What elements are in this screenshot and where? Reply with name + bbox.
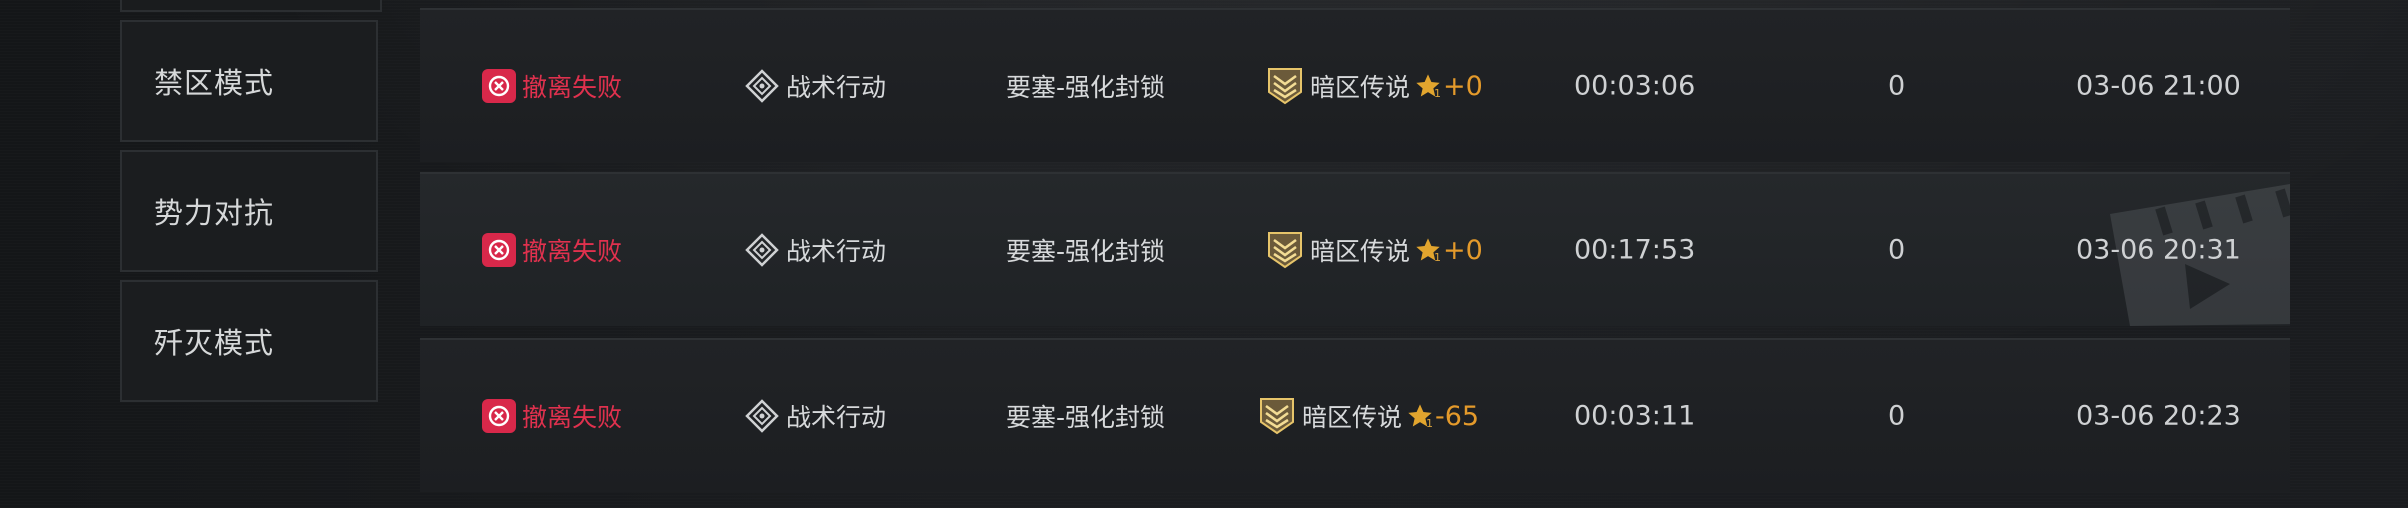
mode-sidebar: 禁区模式 势力对抗 歼灭模式 <box>120 0 382 508</box>
rank-label: 暗区传说 <box>1302 403 1403 432</box>
sidebar-item-label: 歼灭模式 <box>154 326 275 360</box>
sidebar-item-previous[interactable] <box>120 0 382 12</box>
match-record-row[interactable]: 撤离失败 战术行动 要塞-强化封锁 暗区传说 1 +0 00:17:53 0 0… <box>420 172 2290 326</box>
kills-cell: 0 <box>1888 70 1906 102</box>
rank-label: 暗区传说 <box>1310 237 1411 266</box>
sidebar-item-restricted-zone[interactable]: 禁区模式 <box>120 20 378 142</box>
rank-cell: 暗区传说 1 +0 <box>1266 230 1483 270</box>
rank-point-delta: +0 <box>1443 234 1483 266</box>
rank-point-delta: -65 <box>1435 400 1480 432</box>
kills-cell: 0 <box>1888 234 1906 266</box>
rank-label: 暗区传说 <box>1310 73 1411 102</box>
match-record-row[interactable]: 撤离失败 战术行动 要塞-强化封锁 暗区传说 1 -65 00:03:11 0 … <box>420 338 2290 492</box>
sidebar-item-annihilation[interactable]: 歼灭模式 <box>120 280 378 402</box>
tactical-op-diamond-icon <box>745 399 779 433</box>
time-cell: 03-06 21:00 <box>2076 70 2241 102</box>
mode-cell: 战术行动 <box>744 68 886 104</box>
tactical-op-diamond-icon <box>745 233 779 267</box>
rank-cell: 暗区传说 1 -65 <box>1258 396 1479 436</box>
sidebar-item-faction-battle[interactable]: 势力对抗 <box>120 150 378 272</box>
mode-cell: 战术行动 <box>744 232 886 268</box>
extraction-failed-icon <box>482 399 516 433</box>
mode-cell: 战术行动 <box>744 398 886 434</box>
result-cell: 撤离失败 <box>482 68 622 104</box>
star-level: 1 <box>1434 250 1442 264</box>
chevron-rank-badge-icon <box>1268 232 1302 269</box>
result-label: 撤离失败 <box>522 237 623 266</box>
chevron-rank-badge-icon <box>1260 398 1294 435</box>
result-label: 撤离失败 <box>522 73 623 102</box>
map-label: 要塞-强化封锁 <box>1006 403 1166 432</box>
star-level: 1 <box>1434 86 1442 100</box>
result-cell: 撤离失败 <box>482 232 622 268</box>
duration-cell: 00:03:06 <box>1574 70 1696 102</box>
mode-label: 战术行动 <box>786 73 887 102</box>
map-cell: 要塞-强化封锁 <box>1006 398 1165 434</box>
kills-cell: 0 <box>1888 400 1906 432</box>
map-label: 要塞-强化封锁 <box>1006 73 1166 102</box>
chevron-rank-badge-icon <box>1268 68 1302 105</box>
match-record-row[interactable]: 撤离失败 战术行动 要塞-强化封锁 暗区传说 1 +0 00:03:06 0 0… <box>420 8 2290 162</box>
rank-cell: 暗区传说 1 +0 <box>1266 66 1483 106</box>
map-cell: 要塞-强化封锁 <box>1006 68 1165 104</box>
result-label: 撤离失败 <box>522 403 623 432</box>
tactical-op-diamond-icon <box>745 69 779 103</box>
mode-label: 战术行动 <box>786 403 887 432</box>
extraction-failed-icon <box>482 69 516 103</box>
map-label: 要塞-强化封锁 <box>1006 237 1166 266</box>
duration-cell: 00:17:53 <box>1574 234 1696 266</box>
sidebar-item-label: 禁区模式 <box>154 66 275 100</box>
duration-cell: 00:03:11 <box>1574 400 1696 432</box>
result-cell: 撤离失败 <box>482 398 622 434</box>
time-cell: 03-06 20:31 <box>2076 234 2241 266</box>
extraction-failed-icon <box>482 233 516 267</box>
mode-label: 战术行动 <box>786 237 887 266</box>
match-record-list: 撤离失败 战术行动 要塞-强化封锁 暗区传说 1 +0 00:03:06 0 0… <box>418 0 2290 508</box>
rank-point-delta: +0 <box>1443 70 1483 102</box>
time-cell: 03-06 20:23 <box>2076 400 2241 432</box>
sidebar-item-label: 势力对抗 <box>154 196 275 230</box>
star-level: 1 <box>1426 416 1434 430</box>
map-cell: 要塞-强化封锁 <box>1006 232 1165 268</box>
